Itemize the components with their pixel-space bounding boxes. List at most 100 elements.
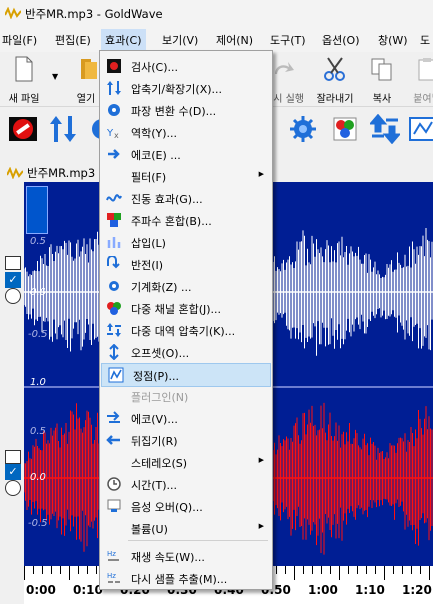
menu-effects[interactable]: 효과(C): [101, 29, 146, 51]
axis-label-bottom-minus-0.5: -0.5: [28, 518, 48, 529]
effects-menu-item-label: 시간(T)...: [131, 479, 178, 492]
effects-menu-item-label: 스테레오(S): [131, 457, 188, 470]
time-label: 1:10: [355, 583, 385, 597]
effects-menu-item-10[interactable]: 기계화(Z) ...: [100, 275, 272, 297]
paste-label: 붙여넣: [413, 94, 433, 105]
channel-bottom-mode-icon[interactable]: [5, 450, 21, 464]
axis-label-bottom-0.0: 0.0: [30, 472, 46, 483]
cut-label: 잘라내기: [316, 94, 354, 105]
effects-menu-item-8[interactable]: 삽입(L): [100, 231, 272, 253]
time-tick: [69, 566, 70, 580]
mechanize-toolbar-button[interactable]: [288, 114, 318, 144]
doppler-icon: [108, 104, 120, 116]
time-tick: [60, 566, 61, 574]
time-tick: [312, 566, 313, 574]
channel-mixer-toolbar-button[interactable]: [330, 114, 360, 144]
effects-menu-item-label: 볼륨(U): [131, 523, 168, 536]
channel-mixer-icon: [333, 117, 357, 141]
channel-mixer-icon: [107, 302, 121, 315]
effects-menu-item-18[interactable]: 스테레오(S) ▶: [100, 451, 272, 473]
effects-menu-item-21[interactable]: 볼륨(U) ▶: [100, 517, 272, 539]
effects-menu-item-14[interactable]: 정점(P)...: [101, 363, 271, 387]
copy-button[interactable]: 복사: [360, 56, 404, 105]
effects-menu-item-label: 주파수 혼합(B)...: [131, 215, 212, 228]
effects-menu-item-3[interactable]: Yx 역학(Y)...: [100, 121, 272, 143]
paste-button[interactable]: 붙여넣: [405, 56, 433, 105]
svg-text:Y: Y: [106, 128, 114, 139]
menu-options[interactable]: 옵션(O): [322, 32, 359, 48]
menu-edit[interactable]: 편집(E): [55, 32, 91, 48]
effects-menu-item-label: 압축기/확장기(X)...: [131, 83, 223, 96]
time-tick: [24, 566, 25, 580]
effects-menu-item-label: 재생 속도(W)...: [131, 551, 205, 564]
time-tick: [384, 566, 385, 580]
stop-effect-button[interactable]: [8, 114, 38, 144]
effects-menu-item-23[interactable]: Hz 다시 샘플 추출(M)...: [100, 567, 272, 589]
effects-menu-item-16[interactable]: 에코(V)...: [100, 407, 272, 429]
channel-right-checkbox[interactable]: ✓: [5, 464, 21, 480]
effects-menu-item-label: 에코(V)...: [131, 413, 178, 426]
effects-menu-item-0[interactable]: 검사(C)...: [100, 55, 272, 77]
time-tick: [420, 566, 421, 574]
pan-icon: [409, 117, 433, 141]
multiband-icon: [107, 323, 121, 337]
time-tick: [78, 566, 79, 574]
menu-view[interactable]: 보기(V): [162, 32, 198, 48]
menu-control[interactable]: 제어(N): [216, 32, 253, 48]
menu-tools-2[interactable]: 도: [420, 32, 430, 48]
time-tick: [330, 566, 331, 574]
effects-menu-item-6[interactable]: 진동 효과(G)...: [100, 187, 272, 209]
effects-menu-item-5[interactable]: 필터(F) ▶: [100, 165, 272, 187]
effects-menu-item-label: 다시 샘플 추출(M)...: [131, 573, 228, 586]
multiband-toolbar-button[interactable]: [368, 113, 402, 145]
effects-menu-item-2[interactable]: 파장 변환 수(D)...: [100, 99, 272, 121]
time-tick: [33, 566, 34, 574]
axis-label-top-0.5: 0.5: [30, 236, 46, 247]
effects-menu-item-7[interactable]: 주파수 혼합(B)...: [100, 209, 272, 231]
time-tick: [348, 566, 349, 574]
channel-left-radio[interactable]: [5, 288, 21, 304]
compressor-toolbar-button[interactable]: [48, 114, 78, 144]
copy-icon: [371, 58, 392, 81]
redo-icon: [275, 62, 294, 74]
effects-menu-item-19[interactable]: 시간(T)...: [100, 473, 272, 495]
new-file-icon: [15, 56, 33, 82]
cut-button[interactable]: 잘라내기: [310, 56, 360, 105]
effects-menu-item-20[interactable]: 음성 오버(Q)...: [100, 495, 272, 517]
svg-text:Hz: Hz: [107, 550, 116, 558]
menu-file[interactable]: 파일(F): [2, 32, 37, 48]
effects-menu-item-label: 오프셋(O)...: [131, 347, 190, 360]
effects-menu-item-11[interactable]: 다중 채널 혼합(J)...: [100, 297, 272, 319]
effects-menu-item-12[interactable]: 다중 대역 압축기(K)...: [100, 319, 272, 341]
menu-bar: 파일(F) 편집(E) 효과(C) 보기(V) 제어(N) 도구(T) 옵션(O…: [0, 26, 433, 52]
effects-menu-item-22[interactable]: Hz 재생 속도(W)...: [100, 545, 272, 567]
menu-tools[interactable]: 도구(T): [270, 32, 306, 48]
effects-menu-item-13[interactable]: 오프셋(O)...: [100, 341, 272, 363]
new-file-button[interactable]: 새 파일: [2, 56, 46, 105]
effects-menu-item-4[interactable]: 에코(E) ...: [100, 143, 272, 165]
pan-toolbar-button[interactable]: [408, 114, 433, 144]
submenu-arrow-icon: ▶: [258, 456, 264, 464]
time-label: 1:20: [402, 583, 432, 597]
time-tick: [357, 566, 358, 574]
effects-menu-item-17[interactable]: 뒤집기(R): [100, 429, 272, 451]
channel-top-mode-icon[interactable]: [5, 256, 21, 270]
zoom-controls[interactable]: [26, 186, 48, 234]
new-dropdown-arrow-icon[interactable]: ▼: [52, 72, 58, 81]
menu-window[interactable]: 창(W): [378, 32, 408, 48]
effects-menu-item-label: 다중 채널 혼합(J)...: [131, 303, 222, 316]
effects-menu-item-9[interactable]: 반전(I): [100, 253, 272, 275]
effects-menu-item-1[interactable]: 압축기/확장기(X)...: [100, 77, 272, 99]
channel-right-radio[interactable]: [5, 480, 21, 496]
flanger-icon: [106, 194, 122, 202]
dynamics-icon: Yx: [106, 128, 119, 140]
playback-rate-icon: Hz: [107, 550, 119, 561]
open-folder-icon: [81, 59, 97, 79]
time-tick: [294, 566, 295, 580]
channel-left-checkbox[interactable]: ✓: [5, 272, 21, 288]
time-tick: [339, 566, 340, 580]
no-entry-icon: [9, 117, 37, 141]
time-tick: [402, 566, 403, 574]
effects-menu-item-15: 플러그인(N): [100, 385, 272, 407]
mechanize-icon: [109, 281, 119, 291]
